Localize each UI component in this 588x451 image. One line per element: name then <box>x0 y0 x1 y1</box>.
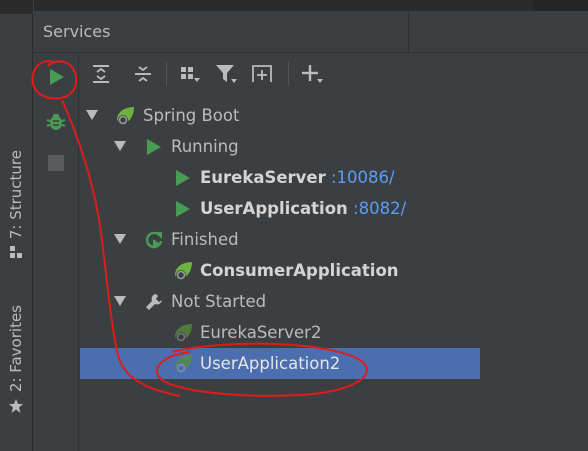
spring-boot-icon <box>172 353 194 375</box>
service-name: ConsumerApplication <box>200 261 399 280</box>
services-tree: Spring Boot Running EurekaServer :10086/ <box>80 98 588 451</box>
panel-header: Services <box>34 11 588 53</box>
strip-top-bar <box>0 0 33 14</box>
action-column <box>34 54 79 451</box>
filter-button[interactable] <box>213 61 239 87</box>
tree-node-consumerapplication[interactable]: ConsumerApplication <box>80 255 588 286</box>
panel-title: Services <box>43 22 111 41</box>
panel-top-bar <box>34 0 588 11</box>
chevron-down-icon <box>114 141 126 151</box>
expand-all-icon <box>93 65 109 83</box>
new-tab-button[interactable] <box>249 61 275 87</box>
tree-label-running: Running <box>171 137 239 156</box>
tree-label-finished: Finished <box>171 230 239 249</box>
run-icon <box>172 167 194 189</box>
collapse-all-icon <box>135 66 151 82</box>
service-name: UserApplication <box>200 199 348 218</box>
top-bar-dark-segment <box>534 0 588 11</box>
services-panel: Services Spring Boot Running EurekaServe… <box>34 0 588 451</box>
toolbar-separator <box>288 62 289 86</box>
tree-node-userapplication[interactable]: UserApplication :8082/ <box>80 193 588 224</box>
tab-structure[interactable]: 7: Structure <box>3 150 29 262</box>
run-icon <box>143 136 165 158</box>
filter-icon <box>216 65 237 83</box>
add-service-icon <box>302 65 323 83</box>
service-port-link[interactable]: :10086/ <box>331 168 395 187</box>
expand-all-button[interactable] <box>88 61 114 87</box>
left-tool-strip: 7: Structure 2: Favorites <box>0 0 33 451</box>
tree-node-userapplication2[interactable]: UserApplication2 <box>80 348 480 379</box>
stop-icon <box>48 155 64 171</box>
service-name: UserApplication2 <box>200 354 341 373</box>
tree-node-not-started[interactable]: Not Started <box>80 286 588 317</box>
tab-favorites-label: 2: Favorites <box>7 305 25 393</box>
collapse-all-button[interactable] <box>130 61 156 87</box>
tree-label-not-started: Not Started <box>171 292 267 311</box>
spring-boot-icon <box>114 105 136 127</box>
tree-node-running[interactable]: Running <box>80 131 588 162</box>
service-port-link[interactable]: :8082/ <box>353 199 406 218</box>
run-icon <box>172 198 194 220</box>
run-icon <box>50 69 64 85</box>
services-toolbar <box>80 54 588 94</box>
chevron-down-icon <box>86 110 98 120</box>
tab-favorites[interactable]: 2: Favorites <box>3 305 29 417</box>
wrench-icon <box>143 291 165 313</box>
group-by-button[interactable] <box>177 61 203 87</box>
chevron-down-icon <box>114 296 126 306</box>
spring-boot-icon <box>172 260 194 282</box>
service-name: EurekaServer2 <box>200 323 322 342</box>
star-icon <box>8 398 24 417</box>
add-service-button[interactable] <box>300 61 326 87</box>
debug-icon <box>46 114 66 130</box>
stop-button[interactable] <box>43 150 69 176</box>
run-button[interactable] <box>43 64 69 90</box>
group-by-icon <box>181 67 200 82</box>
tree-node-finished[interactable]: Finished <box>80 224 588 255</box>
tab-structure-label: 7: Structure <box>7 150 25 240</box>
tree-label-spring-boot: Spring Boot <box>143 106 240 125</box>
rerun-icon <box>143 229 165 251</box>
structure-icon <box>9 245 23 262</box>
service-name: EurekaServer <box>200 168 326 187</box>
tree-node-spring-boot[interactable]: Spring Boot <box>80 100 588 131</box>
toolbar-separator <box>166 62 167 86</box>
header-divider <box>408 11 409 53</box>
spring-boot-icon <box>172 322 194 344</box>
debug-button[interactable] <box>43 109 69 135</box>
tree-node-eurekaserver2[interactable]: EurekaServer2 <box>80 317 588 348</box>
tree-node-eurekaserver[interactable]: EurekaServer :10086/ <box>80 162 588 193</box>
chevron-down-icon <box>114 234 126 244</box>
new-tab-icon <box>252 65 272 82</box>
